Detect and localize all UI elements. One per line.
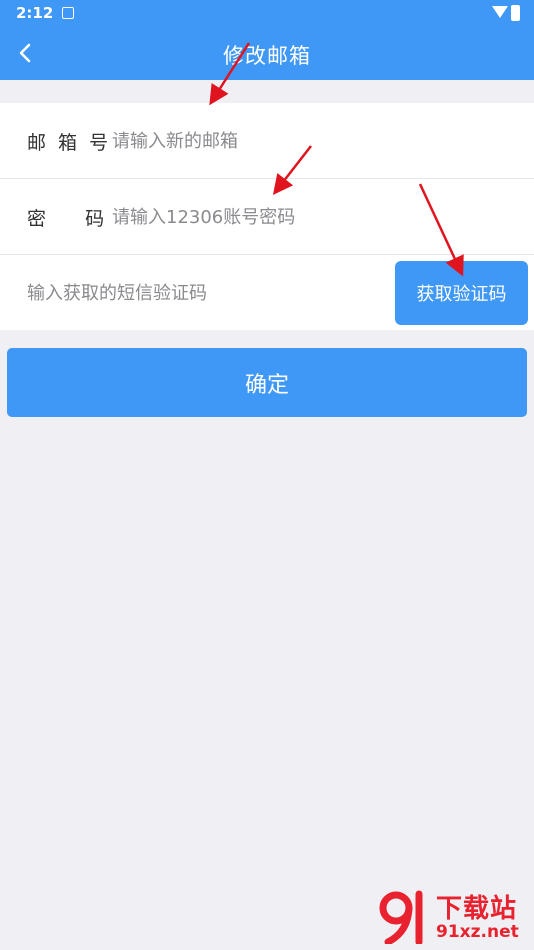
notification-icon [62,7,74,19]
wifi-icon [492,6,508,18]
sms-code-row: 获取验证码 [0,255,534,330]
email-label: 邮 箱 号 [27,132,112,154]
email-form: 邮 箱 号 密 码 获取验证码 [0,103,534,330]
password-label: 密 码 [27,208,108,230]
sms-code-input[interactable] [27,273,377,313]
watermark: 下载站 91xz.net [378,888,528,946]
email-row: 邮 箱 号 [0,103,534,179]
watermark-cn: 下载站 [436,894,518,924]
watermark-logo-icon [379,890,423,944]
email-input[interactable] [112,121,512,161]
password-input[interactable] [112,197,512,237]
password-row: 密 码 [0,179,534,255]
status-bar: 2:12 [0,0,534,26]
page-title: 修改邮箱 [223,44,311,68]
watermark-en: 91xz.net [436,922,519,942]
get-code-button[interactable]: 获取验证码 [395,261,528,325]
app-bar: 修改邮箱 [0,26,534,80]
confirm-button[interactable]: 确定 [7,348,527,417]
status-time: 2:12 [16,4,54,22]
battery-icon [511,5,520,21]
